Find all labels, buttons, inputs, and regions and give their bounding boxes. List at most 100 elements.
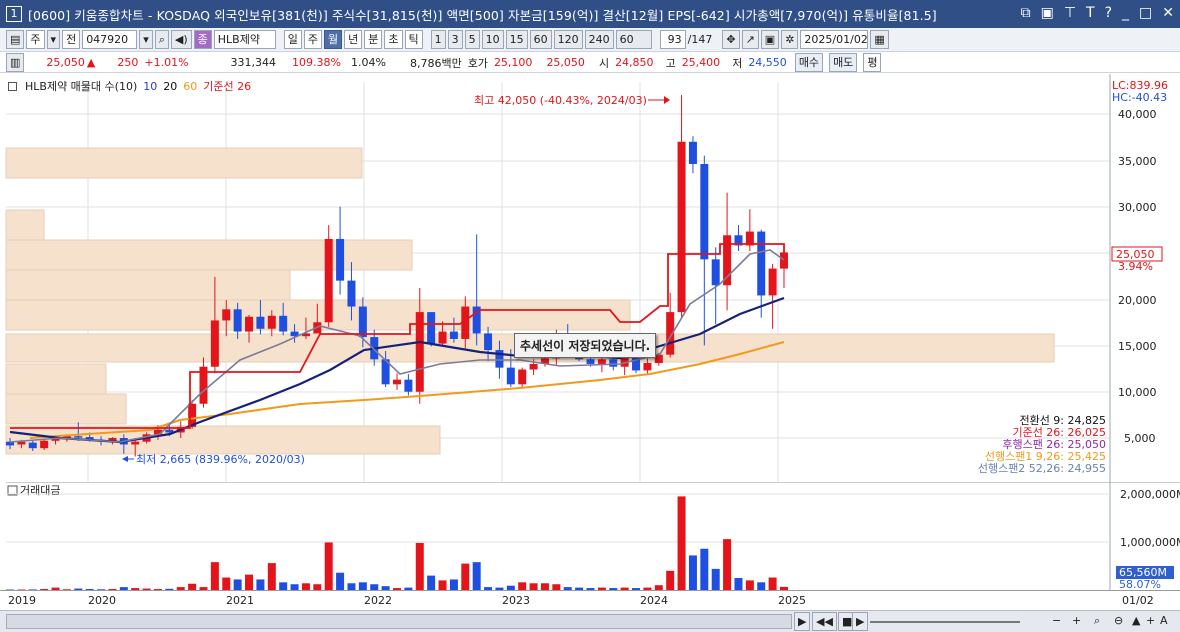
high-annotation: 최고 42,050 (-40.43%, 2024/03) (474, 94, 647, 107)
bid-label: 호가 (467, 56, 488, 70)
last-icon[interactable]: ▶ (852, 612, 869, 631)
add-icon[interactable]: + (1146, 614, 1155, 627)
current-price: 25,050 (46, 56, 85, 69)
sell-button[interactable]: 매도 (829, 53, 858, 72)
legend-ma20: 20 (163, 79, 178, 93)
bottom-scrollbar[interactable]: ▶ ◀◀ ■ ▶ − + ⌕ ⊖ ▲ + A (0, 610, 1180, 632)
volume-chart[interactable]: 거래대금 2,000,000M 1,000,000M 65,560M 58.07… (0, 482, 1180, 590)
screen-number: 1 (6, 6, 22, 22)
price-axis: LC:839.96 HC:-40.43 40,000 35,000 30,000… (1111, 79, 1168, 445)
interval-3[interactable]: 3 (447, 30, 463, 49)
zoom-reset-icon[interactable]: ⊖ (1114, 614, 1123, 627)
period-tick-tab[interactable]: 틱 (404, 30, 423, 49)
restore-icon[interactable]: ▣ (1041, 5, 1054, 21)
help-icon[interactable]: ? (1105, 5, 1112, 21)
scroll-right-icon[interactable]: ▶ (794, 612, 811, 631)
volume-ratio: 109.38% (292, 56, 341, 69)
maximize-icon[interactable]: □ (1139, 5, 1152, 21)
zoom-out-icon[interactable]: − (1052, 614, 1061, 627)
code-dropdown-icon[interactable]: ▾ (139, 30, 153, 49)
mode-select[interactable]: 주 (26, 30, 45, 49)
zoom-slider[interactable] (870, 621, 1020, 623)
interval-60[interactable]: 60 (529, 30, 552, 49)
legend-ma60: 60 (183, 79, 198, 93)
period-minute-tab[interactable]: 분 (364, 30, 383, 49)
period-day-tab[interactable]: 일 (283, 30, 302, 49)
period-week-tab[interactable]: 주 (303, 30, 323, 49)
legend-base: 기준선 26 (203, 80, 252, 93)
y-tick: 10,000 (1118, 386, 1157, 399)
font-size-icon[interactable]: A (1160, 614, 1168, 627)
bid-price: 25,050 (546, 56, 585, 69)
price-change: 250 (117, 56, 139, 69)
x-tick: 2025 (778, 594, 806, 607)
search-icon[interactable]: ⌕ (1094, 614, 1100, 628)
open-label: 시 (598, 56, 610, 70)
calendar-icon[interactable]: ▦ (870, 30, 889, 49)
layout-icon[interactable]: ▤ (6, 30, 25, 49)
volume-title: 거래대금 (20, 484, 60, 497)
x-axis: 2019 2020 2021 2022 2023 2024 2025 01/02 (0, 590, 1180, 610)
pin-icon[interactable]: ⊤ (1064, 5, 1076, 21)
scroll-track[interactable] (6, 614, 792, 629)
x-right-label: 01/02 (1122, 594, 1154, 607)
hc-label: HC:-40.43 (1112, 91, 1167, 104)
scroll-up-icon[interactable]: ▲ (1132, 614, 1140, 627)
low-annotation: 최저 2,665 (839.96%, 2020/03) (136, 453, 305, 466)
price-chart[interactable]: 최고 42,050 (-40.43%, 2024/03) 최저 2,665 (8… (0, 74, 1180, 482)
search-icon[interactable]: ⌕ (154, 30, 169, 49)
buy-button[interactable]: 매수 (794, 53, 824, 72)
up-arrow-icon: ▲ (86, 56, 96, 69)
legend-ma10: 10 (143, 79, 158, 93)
title-bar: 1 [0600] 키움종합차트 - KOSDAQ 외국인보유[381(천)] 주… (0, 0, 1180, 28)
trendline-icon[interactable]: ↗ (741, 30, 759, 49)
interval-5[interactable]: 5 (464, 30, 480, 49)
trendline-saved-toast: 추세선이 저장되었습니다. (514, 333, 657, 358)
x-tick: 2020 (88, 594, 116, 607)
period-second-tab[interactable]: 초 (384, 30, 403, 49)
chart-toolbar: ▤ 주 ▾ 전 047920 ▾ ⌕ ◀) 종 HLB제약 일 주 월 년 분 … (0, 28, 1180, 52)
interval-1[interactable]: 1 (430, 30, 446, 49)
interval-240[interactable]: 240 (584, 30, 614, 49)
interval-15[interactable]: 15 (505, 30, 528, 49)
panel-icon[interactable]: ▥ (6, 53, 25, 72)
close-icon[interactable]: ✕ (1162, 5, 1174, 21)
date-input[interactable]: 2025/01/02 (800, 30, 869, 49)
vol-tick: 1,000,000M (1120, 536, 1180, 549)
turnover-rate: 1.04% (351, 56, 386, 69)
count-total: /147 (687, 33, 713, 46)
interval-input[interactable]: 60 (615, 30, 652, 49)
link-icon[interactable]: ⧉ (1021, 5, 1031, 21)
y-tick: 40,000 (1118, 108, 1157, 121)
sound-icon[interactable]: ◀) (170, 30, 192, 49)
first-icon[interactable]: ◀◀ (812, 612, 837, 631)
save-icon[interactable]: ▣ (760, 30, 780, 49)
volume-current-pct: 58.07% (1119, 578, 1161, 590)
eval-button[interactable]: 평 (863, 53, 882, 72)
chevron-down-icon[interactable]: ▾ (46, 30, 61, 49)
interval-10[interactable]: 10 (481, 30, 504, 49)
stock-name-field[interactable]: HLB제약 (213, 30, 276, 49)
legend-toggle-icon[interactable] (8, 81, 17, 91)
x-tick: 2021 (226, 594, 254, 607)
quote-bar: ▥ 25,050 ▲ 250 +1.01% 331,344 109.38% 1.… (0, 53, 1180, 73)
count-input[interactable]: 93 (659, 30, 686, 49)
period-year-tab[interactable]: 년 (344, 30, 363, 49)
trade-volume: 331,344 (230, 56, 277, 69)
minimize-icon[interactable]: _ (1122, 5, 1129, 21)
low-price: 24,550 (748, 56, 787, 69)
type-select[interactable]: 전 (62, 30, 81, 49)
chart-legend: HLB제약 매물대 수(10) 10 20 60 기준선 26 (8, 78, 251, 94)
stock-code-input[interactable]: 047920 (82, 30, 138, 49)
font-icon[interactable]: T (1086, 5, 1095, 21)
open-price: 24,850 (615, 56, 654, 69)
volume-bars (6, 496, 788, 590)
high-price: 25,400 (681, 56, 721, 69)
period-month-tab[interactable]: 월 (324, 30, 343, 49)
zoom-in-icon[interactable]: + (1072, 614, 1081, 627)
crosshair-icon[interactable]: ✥ (722, 30, 740, 49)
interval-120[interactable]: 120 (553, 30, 583, 49)
gear-icon[interactable]: ✲ (781, 30, 799, 49)
window-controls: ⧉ ▣ ⊤ T ? _ □ ✕ (1021, 5, 1174, 21)
ichimoku-leading2: 선행스팬2 52,26: 24,955 (978, 462, 1106, 475)
